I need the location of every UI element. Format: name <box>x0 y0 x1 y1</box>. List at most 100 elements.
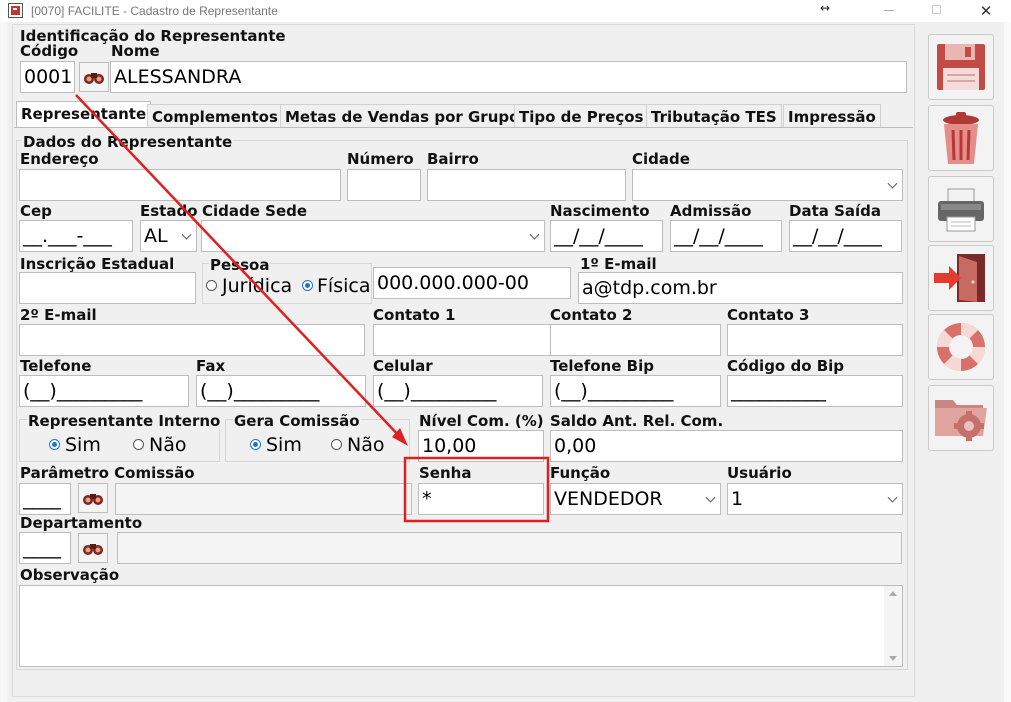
bairro-label: Bairro <box>427 150 479 168</box>
binoculars-icon <box>83 544 103 555</box>
contato1-field[interactable] <box>373 324 572 356</box>
codigo-label: Código <box>20 42 79 60</box>
funcao-select[interactable]: VENDEDOR <box>550 483 721 515</box>
tab-representante[interactable]: Representante <box>16 101 152 128</box>
gera-comissao-sim-radio[interactable] <box>250 439 261 450</box>
trash-icon <box>943 112 979 164</box>
binoculars-icon <box>84 73 104 84</box>
departamento-description <box>117 532 902 564</box>
cep-field[interactable]: __.___-___ <box>19 220 133 252</box>
lifebuoy-icon <box>936 322 986 372</box>
gera-comissao-nao-radio[interactable] <box>331 439 342 450</box>
pessoa-juridica-radio[interactable] <box>206 280 217 291</box>
tab-complementos[interactable]: Complementos <box>147 104 283 127</box>
usuario-select[interactable]: 1 <box>727 483 903 515</box>
chevron-down-icon <box>529 229 540 240</box>
cidade-sede-select[interactable] <box>201 220 545 252</box>
celular-field[interactable]: (__)_________ <box>373 375 543 407</box>
nivel-com-field[interactable]: 10,00 <box>418 430 544 462</box>
estado-select[interactable]: AL <box>140 220 197 252</box>
nivel-com-label: Nível Com. (%) <box>419 412 544 430</box>
contato1-label: Contato 1 <box>373 306 456 324</box>
estado-value: AL <box>144 225 168 247</box>
rep-interno-nao-radio[interactable] <box>133 439 144 450</box>
tab-tipo-precos[interactable]: Tipo de Preços <box>514 104 649 127</box>
codigo-bip-label: Código do Bip <box>727 357 845 375</box>
folder-settings-icon <box>935 400 987 441</box>
email2-field[interactable] <box>19 324 365 356</box>
pessoa-label: Pessoa <box>209 256 271 274</box>
senha-label: Senha <box>419 464 472 482</box>
codigo-field[interactable]: 0001 <box>20 61 75 93</box>
admissao-label: Admissão <box>670 202 752 220</box>
gera-comissao-sim-label: Sim <box>266 434 302 456</box>
search-departamento-button[interactable] <box>78 533 108 563</box>
search-codigo-button[interactable] <box>79 62 109 92</box>
codigo-bip-field[interactable]: __________ <box>727 375 903 407</box>
search-param-comissao-button[interactable] <box>78 483 108 513</box>
endereco-field[interactable] <box>19 169 341 201</box>
dados-group-title: Dados do Representante <box>22 133 234 151</box>
nascimento-field[interactable]: __/__/____ <box>550 220 663 252</box>
maximize-button[interactable] <box>932 5 941 14</box>
fax-field[interactable]: (__)_________ <box>196 375 366 407</box>
numero-label: Número <box>347 150 414 168</box>
rep-interno-label: Representante Interno <box>27 412 222 430</box>
tab-impressao[interactable]: Impressão <box>783 104 881 127</box>
cpf-field[interactable]: 000.000.000-00 <box>373 267 571 299</box>
inscricao-label: Inscrição Estadual <box>20 255 175 273</box>
param-comissao-description <box>115 483 412 515</box>
close-button[interactable]: ✕ <box>975 0 997 22</box>
binoculars-icon <box>83 494 103 505</box>
scroll-up-icon[interactable] <box>889 591 897 596</box>
help-button[interactable] <box>928 314 994 380</box>
cidade-select[interactable] <box>632 169 903 201</box>
nome-field[interactable]: ALESSANDRA <box>110 61 907 93</box>
nascimento-label: Nascimento <box>550 202 650 220</box>
delete-button[interactable] <box>928 105 994 171</box>
bairro-field[interactable] <box>427 169 626 201</box>
minimize-button[interactable] <box>884 10 894 11</box>
tab-tributacao[interactable]: Tributação TES <box>646 104 782 127</box>
data-saida-field[interactable]: __/__/____ <box>789 220 902 252</box>
param-comissao-label: Parâmetro Comissão <box>20 464 195 482</box>
window-title: [0070] FACILITE - Cadastro de Representa… <box>31 4 278 18</box>
rep-interno-sim-radio[interactable] <box>49 439 60 450</box>
cidade-label: Cidade <box>632 150 690 168</box>
contato2-field[interactable] <box>550 324 721 356</box>
telefone-field[interactable]: (__)_________ <box>19 375 189 407</box>
param-comissao-field[interactable]: ____ <box>19 483 71 515</box>
nome-label: Nome <box>111 42 160 60</box>
observacao-scrollbar[interactable] <box>884 586 902 666</box>
contato3-field[interactable] <box>727 324 903 356</box>
saldo-field[interactable]: 0,00 <box>550 430 903 462</box>
telefone-bip-label: Telefone Bip <box>550 357 654 375</box>
telefone-bip-field[interactable]: (__)_________ <box>550 375 721 407</box>
cidade-sede-label: Cidade Sede <box>202 202 308 220</box>
right-strip <box>1004 22 1011 702</box>
inscricao-field[interactable] <box>19 272 196 304</box>
senha-field[interactable]: * <box>418 483 544 515</box>
printer-icon <box>938 188 984 232</box>
data-saida-label: Data Saída <box>789 202 882 220</box>
saldo-label: Saldo Ant. Rel. Com. <box>550 412 724 430</box>
settings-button[interactable] <box>928 385 994 451</box>
departamento-field[interactable]: ____ <box>19 532 71 564</box>
scroll-down-icon[interactable] <box>889 656 897 661</box>
tab-metas-vendas[interactable]: Metas de Vendas por Grupo <box>280 104 525 127</box>
observacao-textarea[interactable] <box>19 585 903 667</box>
numero-field[interactable] <box>347 169 421 201</box>
usuario-value: 1 <box>731 488 744 510</box>
telefone-label: Telefone <box>20 357 92 375</box>
print-button[interactable] <box>928 176 994 242</box>
email2-label: 2º E-mail <box>20 306 97 324</box>
endereco-label: Endereço <box>20 150 99 168</box>
gera-comissao-label: Gera Comissão <box>233 412 361 430</box>
pessoa-fisica-label: Física <box>317 275 371 297</box>
cep-label: Cep <box>20 202 52 220</box>
save-button[interactable] <box>928 34 994 100</box>
admissao-field[interactable]: __/__/____ <box>670 220 782 252</box>
email1-field[interactable]: a@tdp.com.br <box>578 272 903 304</box>
exit-button[interactable] <box>928 245 994 311</box>
pessoa-fisica-radio[interactable] <box>302 280 313 291</box>
